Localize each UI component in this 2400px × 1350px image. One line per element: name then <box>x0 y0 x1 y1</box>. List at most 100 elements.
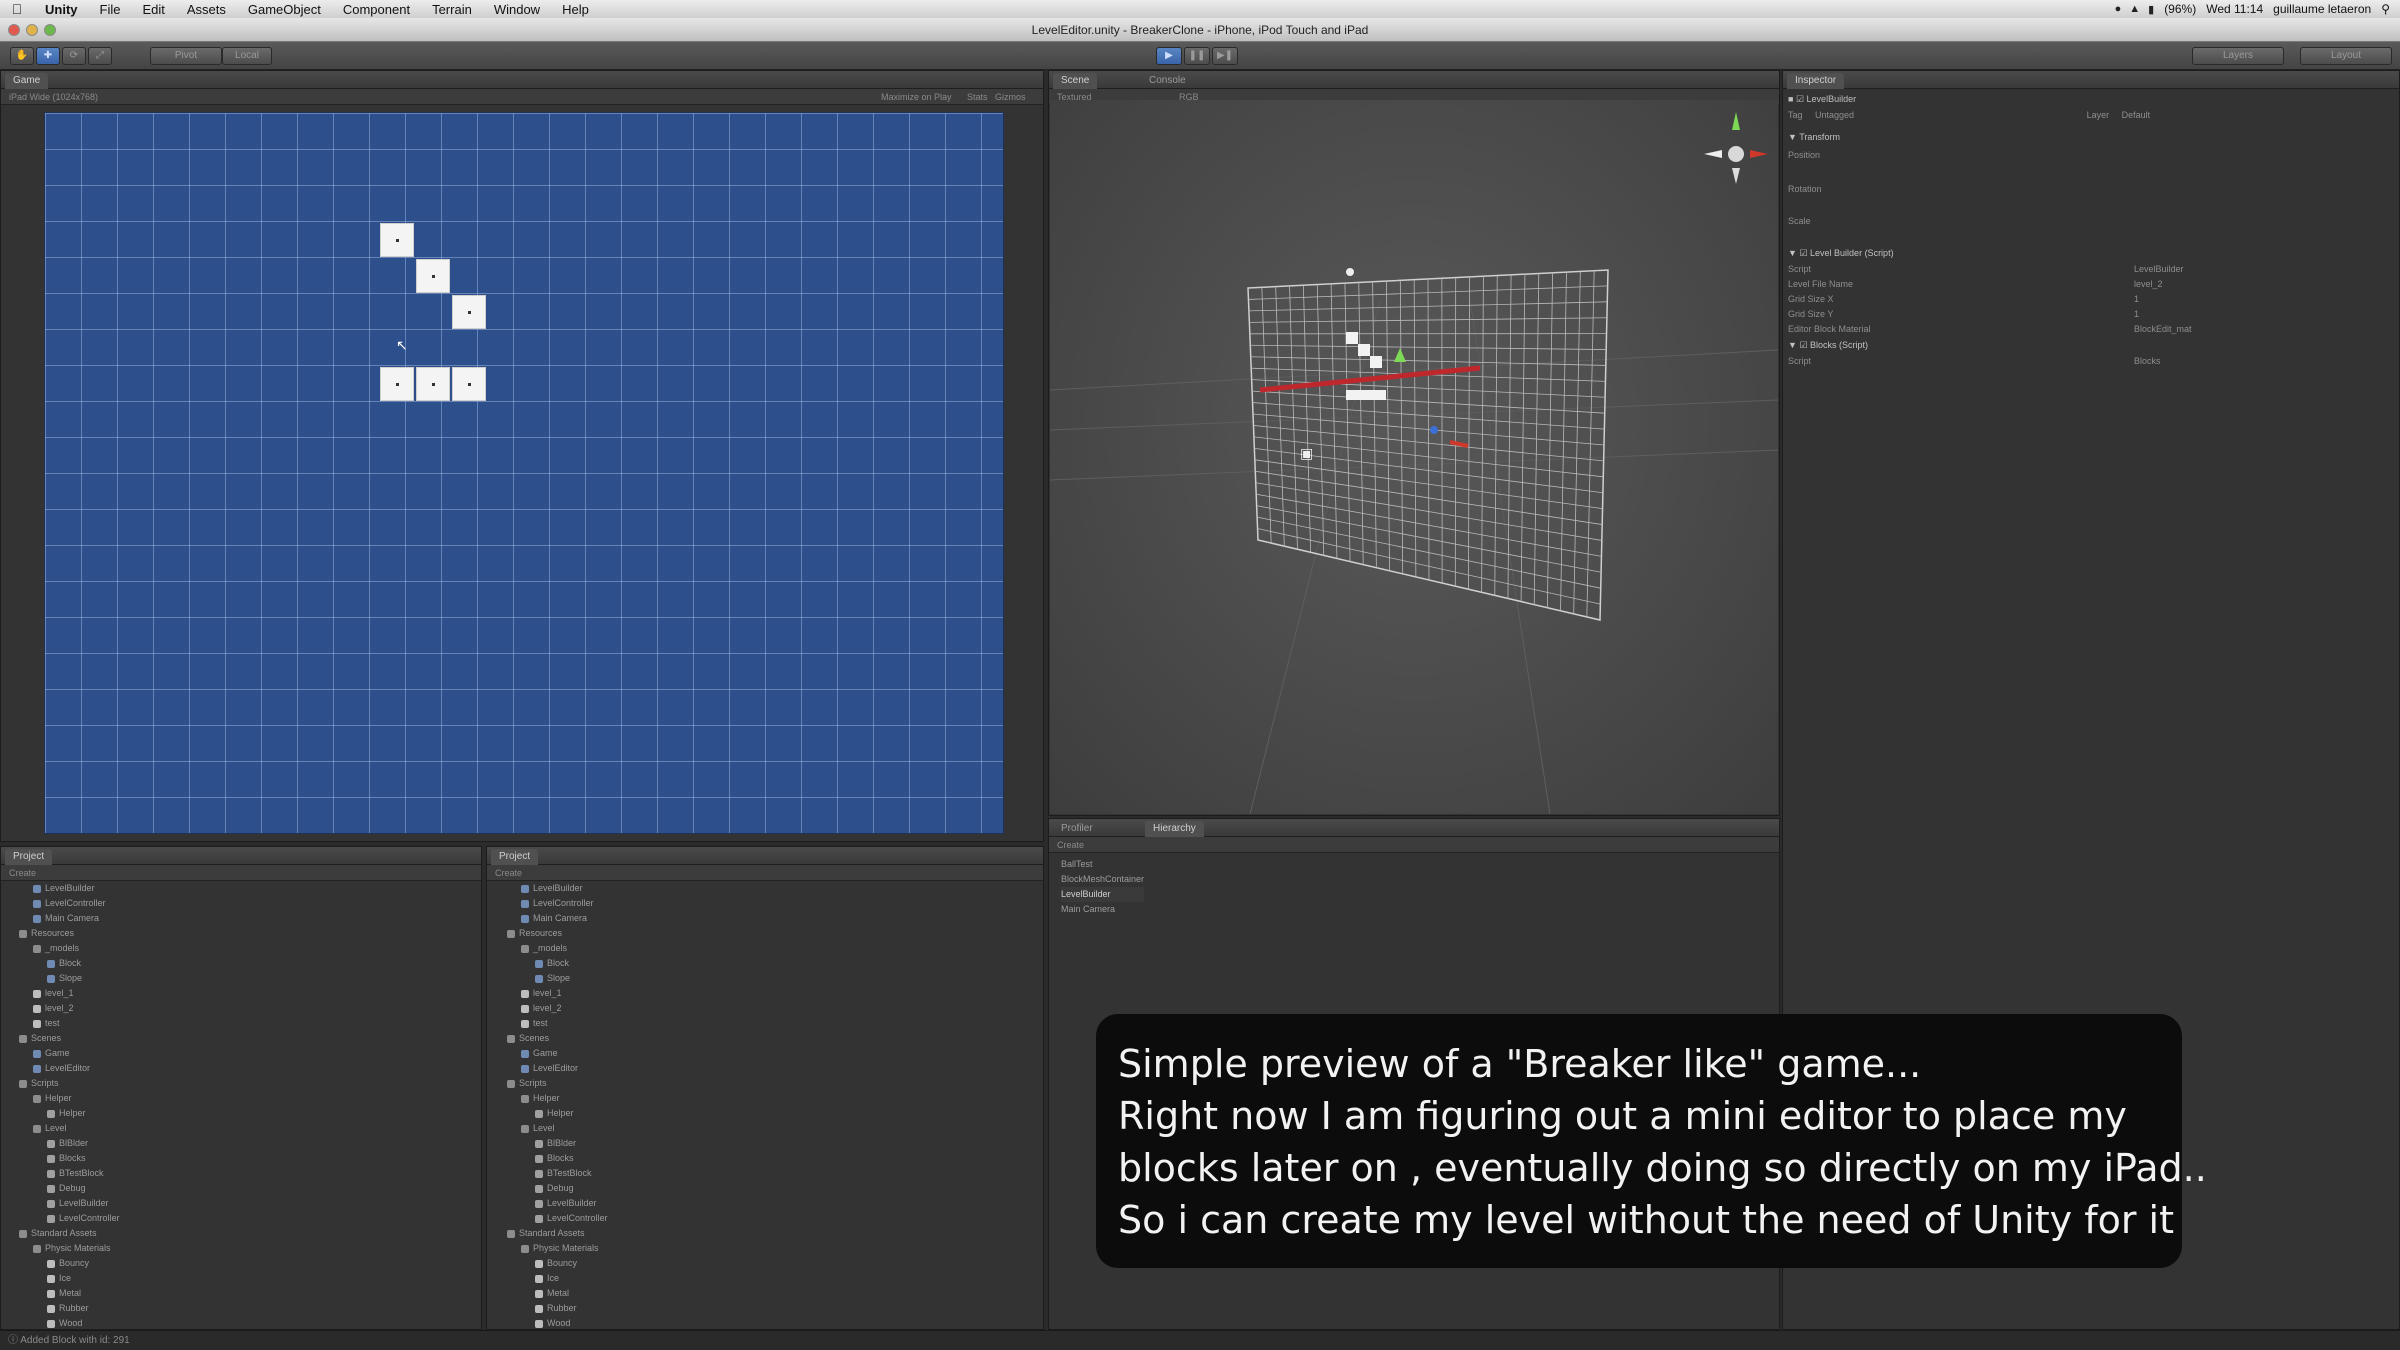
project-item[interactable]: Debug <box>495 1181 608 1196</box>
project-item[interactable]: Ice <box>7 1271 120 1286</box>
zoom-window-button[interactable] <box>44 24 56 36</box>
scene-orientation-gizmo[interactable] <box>1704 112 1768 184</box>
create-dropdown[interactable]: Create <box>495 868 522 878</box>
project-item[interactable]: Scenes <box>495 1031 608 1046</box>
menu-gameobject[interactable]: GameObject <box>237 2 332 17</box>
project-item[interactable]: Bouncy <box>7 1256 120 1271</box>
placed-block[interactable] <box>416 259 450 293</box>
scale-tool-button[interactable]: ⤢ <box>88 47 112 65</box>
layout-dropdown[interactable]: Layout <box>2300 47 2392 65</box>
tray-icons[interactable]: ● ▲ ▮ <box>2115 3 2155 16</box>
project-item[interactable]: Rubber <box>495 1301 608 1316</box>
active-checkbox[interactable]: ☑ <box>1796 94 1804 104</box>
project-item[interactable]: Helper <box>495 1091 608 1106</box>
project-item[interactable]: Wood <box>7 1316 120 1331</box>
project-item[interactable]: Game <box>495 1046 608 1061</box>
transform-header[interactable]: ▼ Transform <box>1788 130 1840 144</box>
project-item[interactable]: level_2 <box>495 1001 608 1016</box>
project-item[interactable]: LevelBuilder <box>7 881 120 896</box>
project-item[interactable]: Resources <box>495 926 608 941</box>
project-item[interactable]: BTestBlock <box>7 1166 120 1181</box>
project-item[interactable]: BlBlder <box>495 1136 608 1151</box>
menu-unity[interactable]: Unity <box>34 2 89 17</box>
volume-icon[interactable]: ▲ <box>2129 3 2140 16</box>
project-item[interactable]: LevelEditor <box>7 1061 120 1076</box>
project-item[interactable]: Physic Materials <box>7 1241 120 1256</box>
project-item[interactable]: Level <box>495 1121 608 1136</box>
placed-block[interactable] <box>452 295 486 329</box>
create-dropdown[interactable]: Create <box>1057 840 1084 850</box>
project-item[interactable]: Physic Materials <box>495 1241 608 1256</box>
project-item[interactable]: Helper <box>495 1106 608 1121</box>
inspector-object-name[interactable]: ■ ☑ LevelBuilder <box>1788 92 1856 106</box>
project-item[interactable]: test <box>7 1016 120 1031</box>
scene-block-row[interactable] <box>1346 390 1386 400</box>
menu-assets[interactable]: Assets <box>176 2 237 17</box>
placed-block[interactable] <box>380 223 414 257</box>
menu-window[interactable]: Window <box>483 2 551 17</box>
tab-profiler[interactable]: Profiler <box>1053 821 1101 837</box>
hierarchy-item-selected[interactable]: LevelBuilder <box>1061 887 1145 902</box>
project-item[interactable]: Main Camera <box>7 911 120 926</box>
project-item[interactable]: Wood <box>495 1316 608 1331</box>
gizmos-toggle[interactable]: Gizmos <box>995 89 1026 105</box>
project-item[interactable]: Ice <box>495 1271 608 1286</box>
field-value[interactable]: level_2 <box>2134 277 2163 291</box>
project-item[interactable]: Debug <box>7 1181 120 1196</box>
tab-project[interactable]: Project <box>491 849 539 865</box>
component-checkbox[interactable]: ☑ <box>1799 340 1807 350</box>
project-item[interactable]: Helper <box>7 1091 120 1106</box>
hierarchy-item[interactable]: BallTest <box>1061 857 1144 872</box>
project-item[interactable]: level_1 <box>495 986 608 1001</box>
project-item[interactable]: LevelBuilder <box>495 1196 608 1211</box>
tab-project[interactable]: Project <box>5 849 53 865</box>
field-value[interactable]: 1 <box>2134 292 2139 306</box>
project-item[interactable]: LevelController <box>7 896 120 911</box>
wifi-icon[interactable]: ● <box>2115 3 2122 16</box>
project-item[interactable]: Helper <box>7 1106 120 1121</box>
resolution-dropdown[interactable]: iPad Wide (1024x768) <box>9 92 98 102</box>
menu-edit[interactable]: Edit <box>131 2 175 17</box>
project-item[interactable]: Bouncy <box>495 1256 608 1271</box>
field-value[interactable]: BlockEdit_mat <box>2134 322 2192 336</box>
light-icon[interactable] <box>1346 268 1354 276</box>
project-item[interactable]: LevelBuilder <box>495 881 608 896</box>
minimize-window-button[interactable] <box>26 24 38 36</box>
move-tool-button[interactable]: ✚ <box>36 47 60 65</box>
project-item[interactable]: Resources <box>7 926 120 941</box>
menu-file[interactable]: File <box>89 2 132 17</box>
z-axis-handle[interactable] <box>1430 426 1438 434</box>
project-item[interactable]: LevelController <box>495 1211 608 1226</box>
step-button[interactable]: ▶❚ <box>1212 47 1238 65</box>
pause-button[interactable]: ❚❚ <box>1184 47 1210 65</box>
project-item[interactable]: test <box>495 1016 608 1031</box>
menu-help[interactable]: Help <box>551 2 600 17</box>
project-item[interactable]: Standard Assets <box>495 1226 608 1241</box>
foldout-arrow-icon[interactable]: ▼ <box>1788 248 1797 258</box>
project-item[interactable]: Slope <box>7 971 120 986</box>
status-message[interactable]: Added Block with id: 291 <box>20 1335 130 1346</box>
scene-block[interactable] <box>1358 344 1370 356</box>
project-item[interactable]: Game <box>7 1046 120 1061</box>
project-item[interactable]: Level <box>7 1121 120 1136</box>
project-item[interactable]: LevelBuilder <box>7 1196 120 1211</box>
project-item[interactable]: LevelController <box>7 1211 120 1226</box>
tab-hierarchy[interactable]: Hierarchy <box>1145 821 1204 837</box>
hand-tool-button[interactable]: ✋ <box>10 47 34 65</box>
foldout-arrow-icon[interactable]: ▼ <box>1788 340 1797 350</box>
tab-console[interactable]: Console <box>1141 73 1194 89</box>
level-builder-component-header[interactable]: ▼ ☑ Level Builder (Script) <box>1788 246 1894 260</box>
placed-block[interactable] <box>416 367 450 401</box>
clock[interactable]: Wed 11:14 <box>2206 2 2263 16</box>
project-item[interactable]: BTestBlock <box>495 1166 608 1181</box>
battery-icon[interactable]: ▮ <box>2148 3 2154 16</box>
placed-block[interactable] <box>452 367 486 401</box>
maximize-on-play-toggle[interactable]: Maximize on Play <box>881 89 952 105</box>
tab-inspector[interactable]: Inspector <box>1787 73 1845 89</box>
game-view-grid[interactable]: ↖ <box>44 112 1004 834</box>
scene-block[interactable] <box>1346 332 1358 344</box>
user-name[interactable]: guillaume letaeron <box>2273 2 2371 16</box>
project-item[interactable]: Scripts <box>495 1076 608 1091</box>
field-value[interactable]: 1 <box>2134 307 2139 321</box>
menu-terrain[interactable]: Terrain <box>421 2 483 17</box>
